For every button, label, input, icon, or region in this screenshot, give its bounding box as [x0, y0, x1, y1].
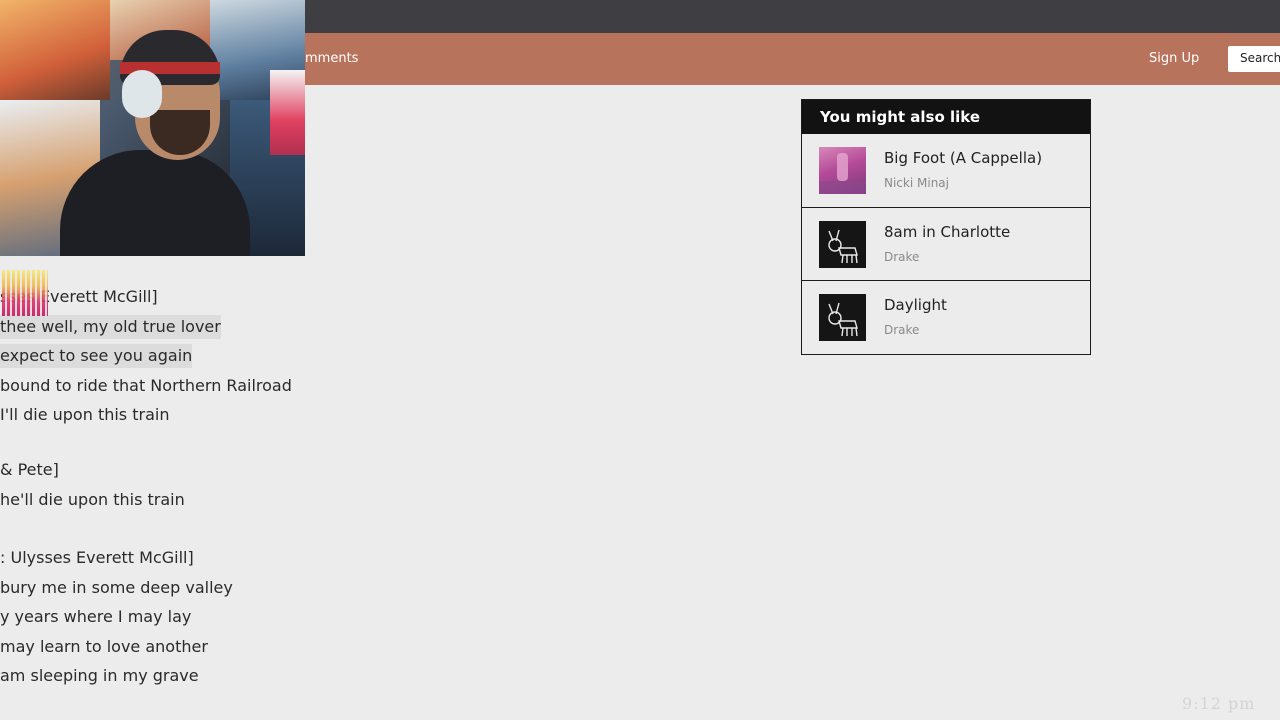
lyric-line: & Pete] — [0, 460, 59, 479]
nav-comments-link[interactable]: mments — [305, 51, 358, 66]
headphones-icon — [122, 70, 162, 118]
album-art-icon — [819, 220, 866, 268]
search-button[interactable]: Search — [1228, 46, 1280, 72]
lyric-line: : Ulysses Everett McGill] — [0, 548, 194, 567]
album-art-icon — [819, 294, 866, 341]
recommendation-title: Big Foot (A Cappella) — [884, 149, 1043, 167]
recommendation-item[interactable]: 8am in Charlotte Drake — [802, 208, 1090, 281]
recommendations-title: You might also like — [802, 100, 1090, 134]
lyric-line: may learn to love another — [0, 637, 208, 656]
recommendation-item[interactable]: Big Foot (A Cappella) Nicki Minaj — [802, 134, 1090, 208]
lyric-line: am sleeping in my grave — [0, 666, 199, 685]
recommendation-title: Daylight — [884, 296, 947, 314]
album-art-icon — [819, 147, 866, 194]
recommendation-artist: Drake — [884, 323, 920, 337]
recommendation-artist: Nicki Minaj — [884, 176, 949, 190]
poster — [0, 0, 110, 100]
lyric-line: bound to ride that Northern Railroad — [0, 376, 292, 395]
background-screen — [270, 70, 305, 155]
recommendation-title: 8am in Charlotte — [884, 222, 1011, 241]
lyric-line: y years where I may lay — [0, 607, 192, 626]
sign-up-link[interactable]: Sign Up — [1149, 51, 1199, 66]
recommendation-artist: Drake — [884, 249, 920, 264]
recommendation-item[interactable]: Daylight Drake — [802, 281, 1090, 355]
clock-watermark: 9:12 pm — [1182, 694, 1256, 713]
recommendations-panel: You might also like Big Foot (A Cappella… — [801, 99, 1091, 355]
lyric-line: I'll die upon this train — [0, 405, 170, 424]
lyric-line: he'll die upon this train — [0, 490, 185, 509]
lyric-line[interactable]: thee well, my old true lover — [0, 315, 221, 339]
webcam-overlay — [0, 0, 305, 256]
audio-visualizer-icon — [2, 270, 48, 316]
lyric-line: bury me in some deep valley — [0, 578, 233, 597]
lyric-line[interactable]: expect to see you again — [0, 344, 193, 368]
